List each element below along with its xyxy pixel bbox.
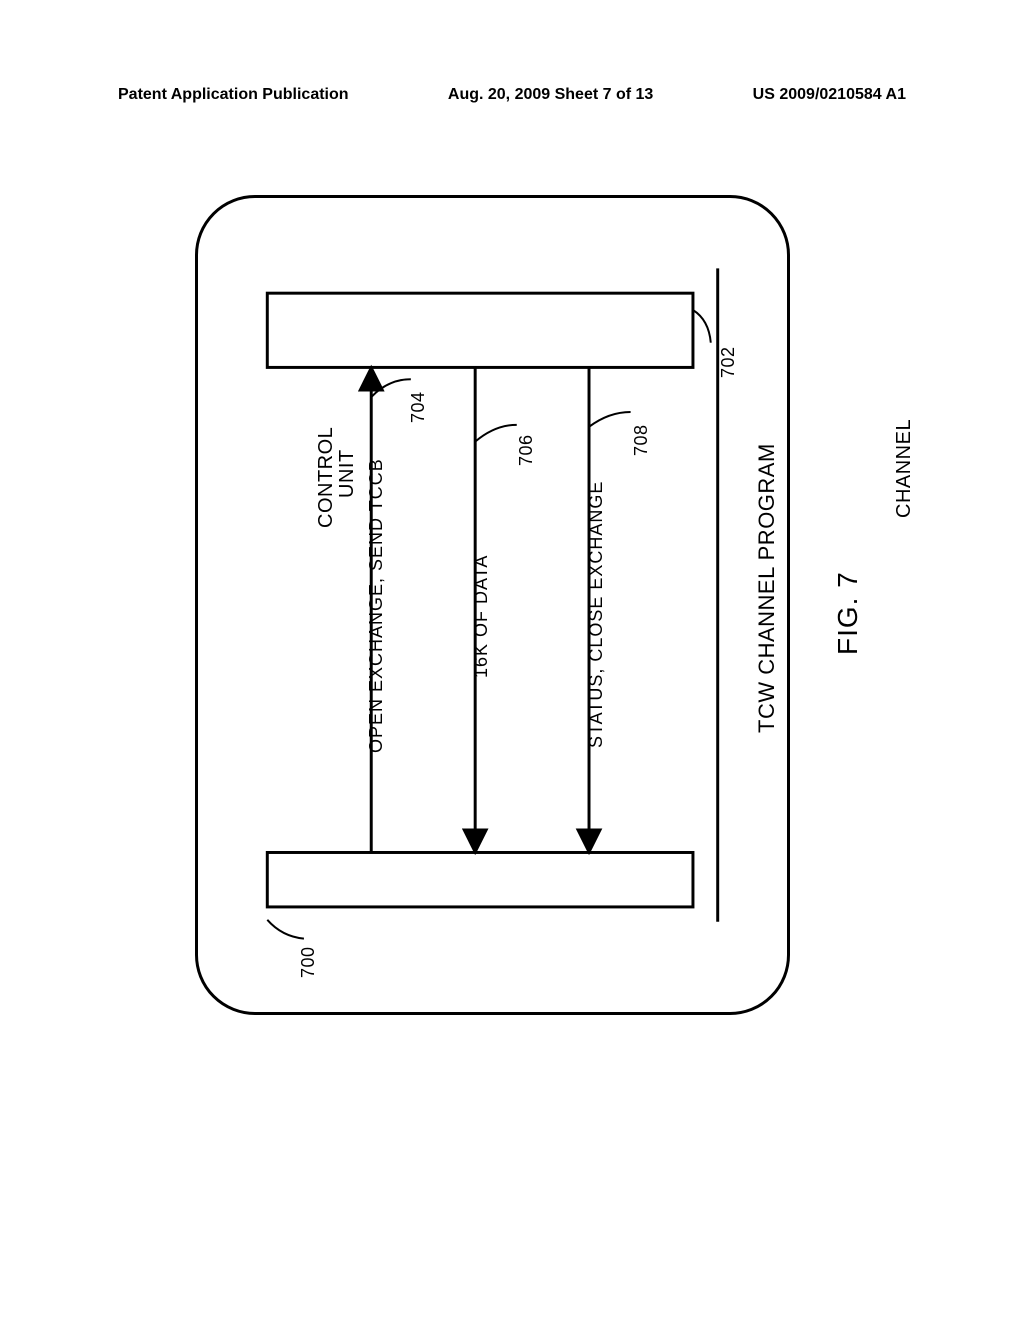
page-header: Patent Application Publication Aug. 20, … [118,86,906,104]
ref-706: 706 [516,434,537,466]
leader-706 [475,425,517,442]
control-unit-box [267,293,693,367]
msg-data-label: 16K OF DATA [471,555,492,678]
figure-frame: TCW CHANNEL PROGRAM CHANNEL CONTROL UNIT… [195,195,790,1015]
page: Patent Application Publication Aug. 20, … [0,0,1024,1320]
leader-708 [589,412,631,427]
figure-caption: FIG. 7 [832,571,864,655]
channel-box [267,852,693,906]
ref-702: 702 [718,346,739,378]
ref-704: 704 [408,391,429,423]
msg-open-label: OPEN EXCHANGE, SEND TCCB [366,458,387,753]
ref-708: 708 [631,424,652,456]
header-right: US 2009/0210584 A1 [753,86,906,104]
channel-label: CHANNEL [893,419,916,518]
msg-status-label: STATUS, CLOSE EXCHANGE [586,481,607,748]
control-unit-label-line1: CONTROL [315,427,338,528]
header-center: Aug. 20, 2009 Sheet 7 of 13 [448,86,653,104]
diagram-title: TCW CHANNEL PROGRAM [754,443,780,733]
leader-704 [371,379,411,397]
diagram-svg [198,198,787,1012]
leader-702 [693,310,711,343]
ref-700: 700 [298,946,319,978]
control-unit-label-line2: UNIT [336,449,359,498]
header-left: Patent Application Publication [118,86,349,104]
leader-700 [267,920,304,939]
